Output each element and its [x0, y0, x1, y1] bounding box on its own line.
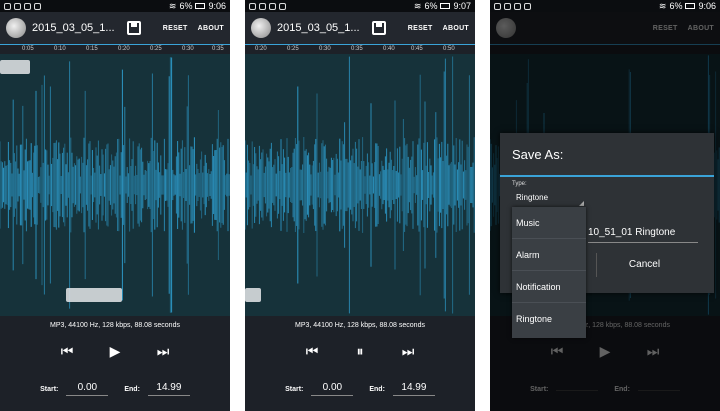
- timeline-tick: 0:40: [383, 46, 395, 52]
- battery-icon: [685, 3, 696, 9]
- timeline-tick: 0:35: [212, 46, 224, 52]
- timeline-tick: 0:50: [443, 46, 455, 52]
- end-label: End:: [124, 385, 140, 393]
- timeline-tick: 0:20: [118, 46, 130, 52]
- timeline-tick: 0:30: [182, 46, 194, 52]
- audio-info: MP3, 44100 Hz, 128 kbps, 88.08 seconds: [0, 316, 230, 336]
- type-option-alarm[interactable]: Alarm: [512, 239, 586, 271]
- status-bar: ≋ 6% 9:06: [490, 0, 720, 12]
- status-bar: ≋ 6% 9:07: [245, 0, 475, 12]
- audio-info: MP3, 44100 Hz, 128 kbps, 88.08 seconds: [245, 316, 475, 336]
- phone-screen-1: ≋ 6% 9:06 2015_03_05_1... RESET ABOUT 0:…: [0, 0, 230, 411]
- end-time-input[interactable]: 14.99: [147, 382, 190, 396]
- wifi-icon: ≋: [168, 0, 177, 11]
- clock: 9:07: [453, 1, 471, 11]
- timeline-tick: 0:45: [411, 46, 423, 52]
- clock: 9:06: [698, 1, 716, 11]
- wifi-icon: ≋: [658, 0, 667, 11]
- waveform[interactable]: [0, 54, 230, 316]
- timeline-ruler: 0:05 0:10 0:15 0:20 0:25 0:30 0:35: [0, 44, 230, 54]
- type-label: Type:: [512, 181, 527, 187]
- play-button[interactable]: ▶: [106, 343, 124, 360]
- selection-times: Start: 0.00 End: 14.99: [0, 378, 230, 400]
- transport-controls: ⏮ ⏸ ⏭: [245, 336, 475, 366]
- notification-icon: [14, 2, 21, 10]
- start-label: Start:: [285, 385, 304, 393]
- pause-button[interactable]: ⏸: [351, 343, 369, 360]
- start-time-input[interactable]: 0.00: [311, 382, 354, 396]
- start-label: Start:: [40, 385, 59, 393]
- type-dropdown-menu: Music Alarm Notification Ringtone: [512, 207, 586, 338]
- timeline-tick: 0:25: [150, 46, 162, 52]
- battery-icon: [440, 3, 451, 9]
- timeline-ruler: 0:20 0:25 0:30 0:35 0:40 0:45 0:50: [245, 44, 475, 54]
- battery-percent: 6%: [179, 1, 193, 11]
- selection-times: Start: 0.00 End: 14.99: [245, 378, 475, 400]
- phone-screen-3: ≋ 6% 9:06 RESET ABOUT MP3, 44100 Hz, 128…: [490, 0, 720, 411]
- rewind-button[interactable]: ⏮: [303, 343, 321, 360]
- clock: 9:06: [208, 1, 226, 11]
- type-option-notification[interactable]: Notification: [512, 271, 586, 303]
- reset-button[interactable]: RESET: [408, 25, 433, 32]
- waveform-view[interactable]: [245, 54, 475, 316]
- notification-icon: [34, 2, 41, 10]
- action-bar: 2015_03_05_1... RESET ABOUT: [0, 12, 230, 44]
- battery-percent: 6%: [424, 1, 438, 11]
- notification-icon: [24, 2, 31, 10]
- notification-icon: [249, 2, 256, 10]
- end-time-input[interactable]: 14.99: [392, 382, 435, 396]
- notification-icon: [259, 2, 266, 10]
- transport-controls: ⏮ ▶ ⏭: [0, 336, 230, 366]
- dialog-title: Save As:: [500, 133, 714, 177]
- notification-icon: [524, 2, 531, 10]
- forward-button[interactable]: ⏭: [154, 343, 172, 360]
- file-title: 2015_03_05_1...: [277, 22, 360, 34]
- timeline-tick: 0:35: [351, 46, 363, 52]
- phone-screen-2: ≋ 6% 9:07 2015_03_05_1... RESET ABOUT 0:…: [245, 0, 475, 411]
- waveform-view[interactable]: [0, 54, 230, 316]
- wifi-icon: ≋: [413, 0, 422, 11]
- about-button[interactable]: ABOUT: [443, 25, 469, 32]
- timeline-tick: 0:05: [22, 46, 34, 52]
- save-icon[interactable]: [126, 21, 141, 35]
- notification-icon: [269, 2, 276, 10]
- type-option-ringtone[interactable]: Ringtone: [512, 303, 586, 335]
- notification-icon: [494, 2, 501, 10]
- timeline-tick: 0:30: [319, 46, 331, 52]
- notification-icon: [279, 2, 286, 10]
- start-marker-handle[interactable]: [0, 60, 30, 74]
- end-marker-handle[interactable]: [245, 288, 261, 302]
- app-icon[interactable]: [251, 18, 271, 38]
- forward-button[interactable]: ⏭: [399, 343, 417, 360]
- reset-button[interactable]: RESET: [163, 25, 188, 32]
- battery-icon: [195, 3, 206, 9]
- start-time-input[interactable]: 0.00: [66, 382, 109, 396]
- battery-percent: 6%: [669, 1, 683, 11]
- notification-icon: [4, 2, 11, 10]
- ringtone-name-input[interactable]: 10_51_01 Ringtone: [588, 227, 698, 243]
- timeline-tick: 0:25: [287, 46, 299, 52]
- end-label: End:: [369, 385, 385, 393]
- timeline-tick: 0:20: [255, 46, 267, 52]
- app-icon[interactable]: [6, 18, 26, 38]
- file-title: 2015_03_05_1...: [32, 22, 115, 34]
- end-marker-handle[interactable]: [66, 288, 122, 302]
- action-bar: 2015_03_05_1... RESET ABOUT: [245, 12, 475, 44]
- notification-icon: [504, 2, 511, 10]
- save-icon[interactable]: [371, 21, 386, 35]
- timeline-tick: 0:15: [86, 46, 98, 52]
- cancel-button[interactable]: Cancel: [596, 253, 692, 277]
- status-bar: ≋ 6% 9:06: [0, 0, 230, 12]
- type-option-music[interactable]: Music: [512, 207, 586, 239]
- waveform[interactable]: [245, 54, 475, 316]
- timeline-tick: 0:10: [54, 46, 66, 52]
- notification-icon: [514, 2, 521, 10]
- rewind-button[interactable]: ⏮: [58, 343, 76, 360]
- about-button[interactable]: ABOUT: [198, 25, 224, 32]
